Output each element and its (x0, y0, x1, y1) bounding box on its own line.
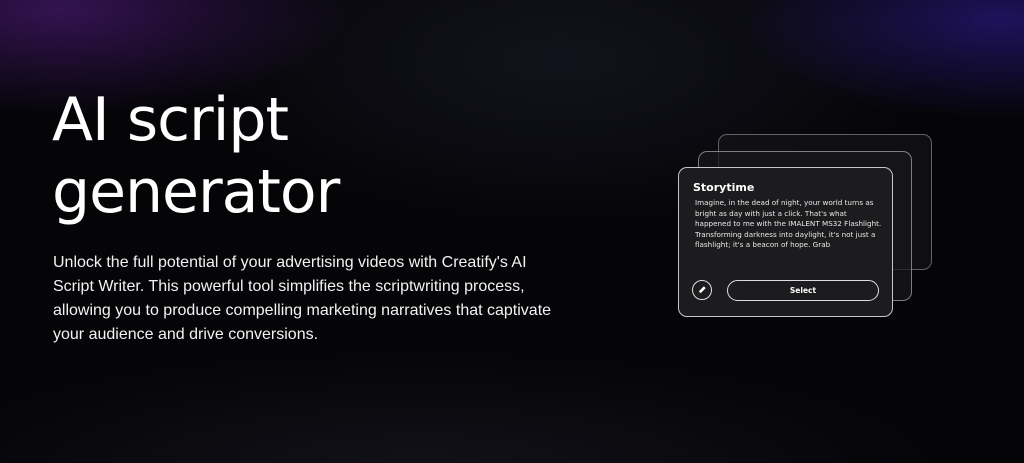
script-card: Storytime Imagine, in the dead of night,… (678, 167, 893, 317)
hero-description: Unlock the full potential of your advert… (53, 254, 552, 343)
select-button[interactable]: Select (727, 280, 879, 301)
script-card-title: Storytime (693, 181, 755, 194)
page-title: AI script generator (52, 85, 340, 227)
script-card-body: Imagine, in the dead of night, your worl… (695, 198, 882, 249)
edit-script-button[interactable] (692, 280, 712, 300)
pencil-icon (698, 286, 706, 294)
